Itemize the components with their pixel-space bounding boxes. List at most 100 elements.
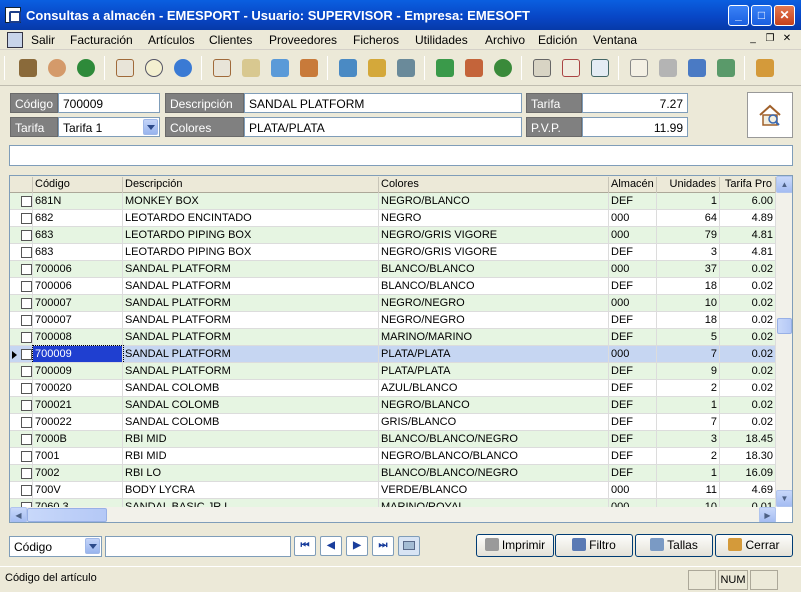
- header-unidades[interactable]: Unidades: [657, 177, 720, 193]
- tarifa-select[interactable]: Tarifa 1: [58, 117, 160, 137]
- clock-icon[interactable]: [141, 55, 167, 81]
- row-checkbox[interactable]: [21, 366, 32, 377]
- row-checkbox[interactable]: [21, 417, 32, 428]
- globe-money-icon[interactable]: [490, 55, 516, 81]
- house-search-icon[interactable]: [209, 55, 235, 81]
- coins-user-icon[interactable]: [364, 55, 390, 81]
- notes-field[interactable]: [9, 145, 793, 166]
- scroll-right-button[interactable]: ▶: [759, 507, 776, 522]
- filtro-button[interactable]: Filtro: [555, 534, 633, 557]
- header-colores[interactable]: Colores: [379, 177, 609, 193]
- house-arrow-icon[interactable]: [238, 55, 264, 81]
- header-descripcion[interactable]: Descripción: [123, 177, 379, 193]
- table-row[interactable]: 700006 SANDAL PLATFORM BLANCO/BLANCO 000 37 0…: [10, 261, 776, 278]
- table-row[interactable]: 700009 SANDAL PLATFORM PLATA/PLATA 000 7 0.02: [10, 345, 776, 364]
- mdi-minimize-button[interactable]: _: [745, 32, 761, 46]
- table-row[interactable]: 7001 RBI MID NEGRO/BLANCO/BLANCO DEF 2 18.30: [10, 448, 776, 465]
- scroll-left-button[interactable]: ◀: [10, 507, 27, 522]
- descripcion-field[interactable]: SANDAL PLATFORM: [244, 93, 522, 113]
- row-checkbox[interactable]: [21, 281, 32, 292]
- row-checkbox[interactable]: [21, 247, 32, 258]
- chevron-down-icon[interactable]: [85, 538, 100, 554]
- row-checkbox[interactable]: [21, 315, 32, 326]
- table-row[interactable]: 700V BODY LYCRA VERDE/BLANCO 000 11 4.69: [10, 482, 776, 499]
- home-icon[interactable]: [112, 55, 138, 81]
- search-field-select[interactable]: Código: [9, 536, 102, 557]
- row-checkbox[interactable]: [21, 196, 32, 207]
- box-icon[interactable]: [296, 55, 322, 81]
- books-icon[interactable]: [15, 55, 41, 81]
- row-checkbox[interactable]: [21, 349, 32, 360]
- pvp-field[interactable]: 11.99: [582, 117, 688, 137]
- chart-icon[interactable]: [558, 55, 584, 81]
- table-row[interactable]: 700022 SANDAL COLOMB GRIS/BLANCO DEF 7 0.02: [10, 414, 776, 431]
- row-checkbox[interactable]: [21, 400, 32, 411]
- register-icon[interactable]: [393, 55, 419, 81]
- table-row[interactable]: 700007 SANDAL PLATFORM NEGRO/NEGRO 000 10 0.0…: [10, 295, 776, 312]
- horizontal-scroll-thumb[interactable]: [27, 508, 107, 522]
- menu-archivo[interactable]: Archivo: [485, 33, 525, 47]
- menu-edicion[interactable]: Edición: [538, 33, 577, 47]
- row-checkbox[interactable]: [21, 230, 32, 241]
- scroll-up-button[interactable]: ▲: [776, 176, 792, 193]
- export-icon[interactable]: [713, 55, 739, 81]
- user-money-icon[interactable]: [432, 55, 458, 81]
- menu-articulos[interactable]: Artículos: [148, 33, 195, 47]
- table-row[interactable]: 682 LEOTARDO ENCINTADO NEGRO 000 64 4.89: [10, 210, 776, 227]
- tallas-button[interactable]: Tallas: [635, 534, 713, 557]
- vertical-scroll-thumb[interactable]: [777, 318, 792, 334]
- header-almacen[interactable]: Almacén: [609, 177, 657, 193]
- chart-stack-icon[interactable]: [529, 55, 555, 81]
- menu-ficheros[interactable]: Ficheros: [353, 33, 399, 47]
- next-record-button[interactable]: ▶: [346, 536, 368, 556]
- document-icon[interactable]: [7, 32, 23, 48]
- table-row[interactable]: 700009 SANDAL PLATFORM PLATA/PLATA DEF 9 0.02: [10, 363, 776, 380]
- codigo-field[interactable]: 700009: [58, 93, 160, 113]
- tarifa-price-field[interactable]: 7.27: [582, 93, 688, 113]
- globe-clock-icon[interactable]: [170, 55, 196, 81]
- cerrar-button[interactable]: Cerrar: [715, 534, 793, 557]
- monitor-icon[interactable]: [335, 55, 361, 81]
- table-row[interactable]: 681N MONKEY BOX NEGRO/BLANCO DEF 1 6.00: [10, 193, 776, 210]
- last-record-button[interactable]: ⏭: [372, 536, 394, 556]
- close-button[interactable]: ✕: [774, 5, 795, 26]
- table-row[interactable]: 700006 SANDAL PLATFORM BLANCO/BLANCO DEF 18 0…: [10, 278, 776, 295]
- search-input[interactable]: [105, 536, 291, 557]
- colores-field[interactable]: PLATA/PLATA: [244, 117, 522, 137]
- chart-globe-icon[interactable]: [587, 55, 613, 81]
- users-transfer-icon[interactable]: [684, 55, 710, 81]
- row-checkbox[interactable]: [21, 383, 32, 394]
- printer-icon[interactable]: [655, 55, 681, 81]
- menu-salir[interactable]: Salir: [31, 33, 55, 47]
- row-checkbox[interactable]: [21, 264, 32, 275]
- header-tarifa-pro[interactable]: Tarifa Pro: [720, 177, 776, 193]
- user-icon[interactable]: [44, 55, 70, 81]
- edit-document-icon[interactable]: [626, 55, 652, 81]
- row-checkbox[interactable]: [21, 468, 32, 479]
- menu-proveedores[interactable]: Proveedores: [269, 33, 337, 47]
- minimize-button[interactable]: _: [728, 5, 749, 26]
- chevron-down-icon[interactable]: [143, 119, 158, 135]
- row-checkbox[interactable]: [21, 298, 32, 309]
- horizontal-scrollbar[interactable]: ◀ ▶: [10, 507, 776, 522]
- previous-record-button[interactable]: ◀: [320, 536, 342, 556]
- table-row[interactable]: 7000B RBI MID BLANCO/BLANCO/NEGRO DEF 3 18.45: [10, 431, 776, 448]
- table-row[interactable]: 700007 SANDAL PLATFORM NEGRO/NEGRO DEF 18 0.0…: [10, 312, 776, 329]
- mdi-restore-button[interactable]: ❐: [762, 32, 778, 46]
- row-checkbox[interactable]: [21, 485, 32, 496]
- maximize-button[interactable]: □: [751, 5, 772, 26]
- scroll-down-button[interactable]: ▼: [776, 490, 792, 507]
- mdi-close-button[interactable]: ✕: [779, 32, 795, 46]
- first-record-button[interactable]: ⏮: [294, 536, 316, 556]
- table-row[interactable]: 700008 SANDAL PLATFORM MARINO/MARINO DEF 5 0.…: [10, 329, 776, 346]
- table-row[interactable]: 683 LEOTARDO PIPING BOX NEGRO/GRIS VIGORE D…: [10, 244, 776, 261]
- table-row[interactable]: 700021 SANDAL COLOMB NEGRO/BLANCO DEF 1 0.02: [10, 397, 776, 414]
- row-checkbox[interactable]: [21, 434, 32, 445]
- menu-facturacion[interactable]: Facturación: [70, 33, 133, 47]
- vertical-scrollbar[interactable]: ▲ ▼: [776, 176, 792, 507]
- table-row[interactable]: 700020 SANDAL COLOMB AZUL/BLANCO DEF 2 0.02: [10, 380, 776, 397]
- row-checkbox[interactable]: [21, 332, 32, 343]
- row-checkbox[interactable]: [21, 451, 32, 462]
- globe-icon[interactable]: [73, 55, 99, 81]
- menu-ventana[interactable]: Ventana: [593, 33, 637, 47]
